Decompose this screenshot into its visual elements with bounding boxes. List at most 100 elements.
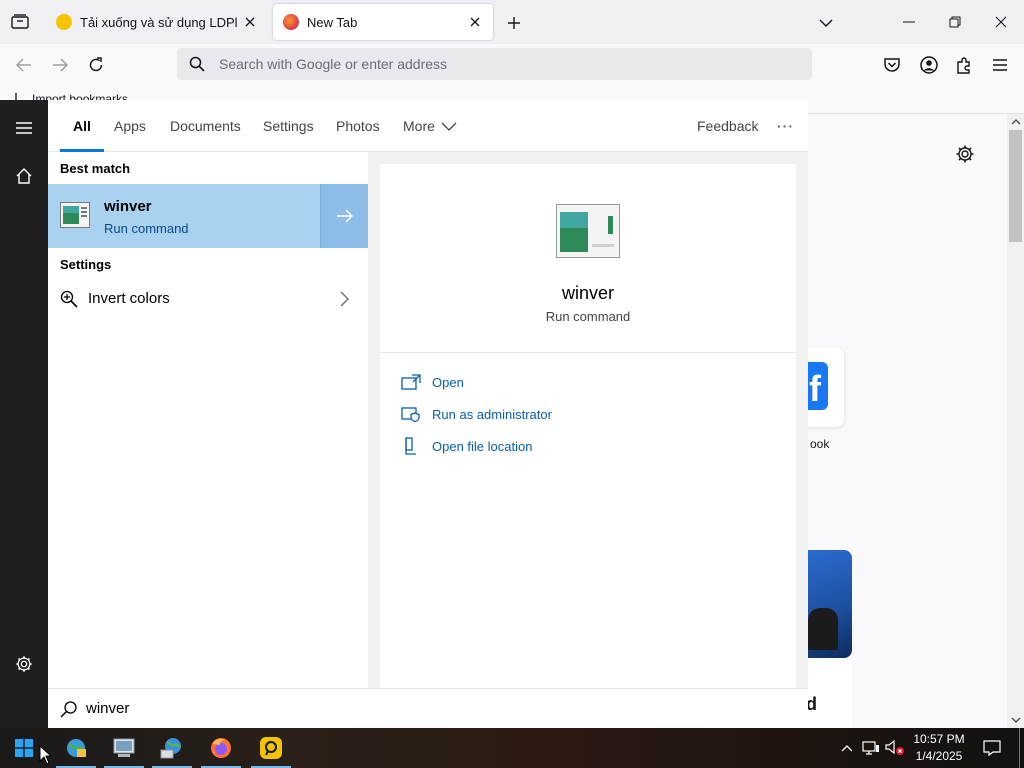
search-icon: [60, 700, 77, 718]
filter-more[interactable]: More: [403, 100, 457, 152]
tab-new-tab[interactable]: New Tab: [273, 4, 493, 40]
ldplayer-icon: [260, 737, 282, 759]
detail-type: Run command: [545, 309, 631, 324]
close-tab-icon[interactable]: [467, 14, 483, 30]
extensions-button[interactable]: [952, 53, 976, 77]
browser-tab-bar: Tải xuống và sử dụng LDPlayer New Tab: [0, 0, 1024, 44]
scrollbar-thumb[interactable]: [1009, 130, 1022, 242]
taskbar-app-firefox[interactable]: [197, 728, 245, 768]
reload-button[interactable]: [84, 53, 108, 77]
scroll-up-arrow-icon[interactable]: [1007, 114, 1024, 130]
action-open-file-location[interactable]: Open file location: [400, 435, 532, 457]
network-globe-icon: [160, 738, 181, 759]
tab-title: Tải xuống và sử dụng LDPlayer: [80, 14, 238, 30]
hamburger-icon: [993, 59, 1007, 71]
shield-admin-icon: [400, 405, 422, 423]
action-center-button[interactable]: [980, 736, 1004, 760]
chevron-down-icon: [441, 122, 457, 131]
new-tab-button[interactable]: [503, 12, 525, 34]
app-menu-button[interactable]: [988, 53, 1012, 77]
back-button[interactable]: [12, 53, 36, 77]
pocket-icon: [884, 58, 900, 72]
clock-date: 1/4/2025: [915, 749, 963, 763]
show-hidden-icons-button[interactable]: [836, 736, 858, 760]
action-label: Open file location: [432, 438, 533, 454]
action-open[interactable]: Open: [400, 371, 464, 393]
filter-settings[interactable]: Settings: [263, 100, 314, 152]
volume-button[interactable]: [884, 736, 906, 760]
account-icon: [920, 56, 938, 74]
restore-button[interactable]: [932, 0, 978, 44]
windows-taskbar: 10:57 PM 1/4/2025: [0, 728, 1024, 768]
start-settings-button[interactable]: [0, 644, 48, 684]
more-options-button[interactable]: ···: [777, 100, 794, 152]
windows-logo-icon: [15, 739, 33, 757]
open-details-button[interactable]: [320, 184, 368, 248]
close-tab-icon[interactable]: [242, 14, 258, 30]
chevron-up-icon: [841, 745, 853, 752]
scroll-down-arrow-icon[interactable]: [1007, 712, 1024, 728]
chevron-down-icon: [819, 19, 833, 27]
list-all-tabs-button[interactable]: [8, 12, 32, 32]
best-match-result[interactable]: winver Run command: [48, 184, 320, 248]
forward-button[interactable]: [48, 53, 72, 77]
feedback-label: Feedback: [697, 118, 759, 134]
filter-label: Photos: [336, 118, 380, 134]
ellipsis-icon: ···: [777, 118, 794, 134]
feedback-button[interactable]: Feedback: [697, 100, 758, 152]
taskbar-app-network[interactable]: [148, 728, 196, 768]
taskbar-app-explorer-globe[interactable]: [52, 728, 100, 768]
tab-ldplayer[interactable]: Tải xuống và sử dụng LDPlayer: [46, 4, 268, 40]
tabs-overflow-button[interactable]: [814, 12, 838, 34]
filter-photos[interactable]: Photos: [336, 100, 380, 152]
arrow-right-icon: [336, 209, 353, 223]
filter-apps[interactable]: Apps: [114, 100, 146, 152]
search-query-input[interactable]: [86, 700, 766, 717]
address-bar[interactable]: [177, 48, 812, 80]
taskbar-clock[interactable]: 10:57 PM 1/4/2025: [906, 731, 972, 765]
new-tab-settings-button[interactable]: [955, 144, 977, 166]
action-label: Run as administrator: [432, 406, 552, 422]
taskbar-app-ldplayer[interactable]: [247, 728, 295, 768]
expand-menu-button[interactable]: [0, 108, 48, 148]
winver-app-icon: [60, 202, 90, 228]
filter-all[interactable]: All: [60, 100, 104, 152]
close-window-button[interactable]: [978, 0, 1024, 44]
restore-icon: [949, 16, 961, 28]
settings-result-invert-colors[interactable]: Invert colors: [48, 282, 368, 316]
chevron-right-icon: [340, 291, 349, 307]
arrow-left-icon: [16, 58, 31, 72]
speaker-muted-icon: [885, 740, 904, 755]
ldplayer-favicon-icon: [56, 14, 72, 30]
address-input[interactable]: [219, 56, 779, 72]
filter-label: Documents: [170, 118, 241, 134]
tab-title: New Tab: [307, 14, 358, 30]
settings-result-label: Invert colors: [88, 290, 170, 307]
detail-divider: [380, 352, 796, 353]
minimize-icon: [903, 21, 915, 23]
detail-name: winver: [561, 283, 614, 303]
reload-icon: [89, 57, 103, 72]
folder-location-icon: [400, 437, 422, 455]
arrow-right-icon: [53, 58, 68, 72]
home-button[interactable]: [0, 156, 48, 196]
computer-icon: [113, 738, 135, 757]
start-search-box[interactable]: [48, 688, 808, 728]
action-run-as-administrator[interactable]: Run as administrator: [400, 403, 552, 425]
best-match-name: winver: [104, 198, 152, 215]
page-scrollbar[interactable]: [1007, 114, 1024, 728]
gear-icon: [16, 656, 32, 672]
pocket-button[interactable]: [880, 53, 904, 77]
filter-documents[interactable]: Documents: [170, 100, 241, 152]
winver-app-large-icon: [556, 204, 620, 258]
network-status-button[interactable]: [860, 736, 882, 760]
search-icon: [189, 56, 205, 72]
minimize-button[interactable]: [886, 0, 932, 44]
show-desktop-button[interactable]: [1019, 728, 1020, 768]
taskbar-app-computer[interactable]: [100, 728, 148, 768]
shortcut-label: ook: [810, 437, 830, 451]
plus-icon: [508, 17, 520, 29]
mouse-cursor-icon: [39, 745, 51, 765]
account-button[interactable]: [917, 53, 941, 77]
network-wired-icon: [862, 741, 879, 755]
